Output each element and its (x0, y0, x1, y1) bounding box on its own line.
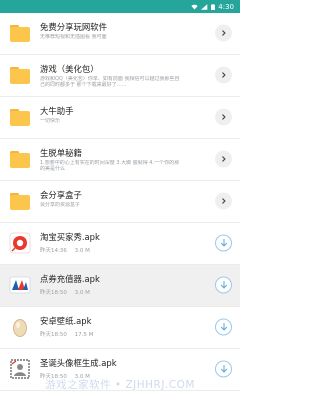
folder-row[interactable]: 免费分享玩网软件 无推荐短视和无插图看 我可面 (0, 13, 240, 55)
signal-icon (201, 3, 208, 10)
chevron-right-icon[interactable] (215, 192, 232, 210)
folder-row[interactable]: 会分享盒子 会分享的资源盒子 (0, 181, 240, 223)
download-icon[interactable] (215, 234, 232, 252)
egg-icon (7, 314, 33, 340)
file-row[interactable]: 安卓壁纸.apk 昨天18:50 17.5 M (0, 307, 240, 349)
status-time: 4:30 (218, 2, 234, 11)
voucher-icon (7, 272, 33, 298)
file-size: 3.0 M (74, 289, 90, 296)
file-name: 点券充值器.apk (40, 273, 100, 284)
file-date: 昨天18:50 (40, 289, 67, 296)
folder-title: 游戏（美化包） (40, 63, 99, 74)
folder-row[interactable]: 生脱单秘籍 1.想要中的心上有实在的时间深度 3.大脚 脱就得 4.一个你的那的… (0, 139, 240, 181)
file-name: 淘宝买家秀.apk (40, 231, 100, 242)
folder-title: 会分享盒子 (40, 189, 82, 200)
wifi-icon (191, 4, 198, 9)
file-list: 免费分享玩网软件 无推荐短视和无插图看 我可面 游戏（美化包） 游戏和QQ（美化… (0, 13, 240, 391)
file-meta: 昨天18:50 17.5 M (40, 330, 93, 338)
file-row[interactable]: 淘宝买家秀.apk 昨天14:36 3.0 M (0, 223, 240, 265)
folder-icon (7, 62, 33, 88)
folder-subtitle: 一切快乐 (40, 117, 61, 124)
chevron-right-icon[interactable] (215, 150, 232, 168)
folder-subtitle: 会分享的资源盒子 (40, 201, 81, 208)
avatar-frame-icon (7, 356, 33, 382)
folder-subtitle: 游戏和QQ（美化包）你单、如有前面 我相信可以越过我那些自己的同时都多于 那个下… (40, 75, 180, 89)
folder-icon (7, 104, 33, 130)
folder-icon (7, 188, 33, 214)
file-date: 昨天14:36 (40, 247, 67, 254)
file-size: 17.5 M (74, 331, 94, 338)
folder-subtitle: 无推荐短视和无插图看 我可面 (40, 34, 107, 40)
folder-icon (7, 146, 33, 172)
file-name: 安卓壁纸.apk (40, 315, 92, 326)
folder-title: 免费分享玩网软件 (40, 22, 107, 32)
file-row[interactable]: 点券充值器.apk 昨天18:50 3.0 M (0, 264, 240, 307)
folder-title: 大牛助手 (40, 105, 74, 116)
taobao-icon (7, 230, 33, 256)
file-meta: 昨天18:50 3.0 M (40, 372, 90, 380)
file-name: 圣诞头像框生成.apk (40, 357, 117, 368)
download-icon[interactable] (215, 360, 232, 378)
file-meta: 昨天14:36 3.0 M (40, 246, 90, 254)
file-row[interactable]: 圣诞头像框生成.apk 昨天18:50 3.0 M (0, 349, 240, 391)
chevron-right-icon[interactable] (215, 66, 232, 84)
status-bar: 4:30 (0, 0, 240, 13)
file-date: 昨天18:50 (40, 331, 67, 338)
folder-row[interactable]: 大牛助手 一切快乐 (0, 97, 240, 139)
download-icon[interactable] (215, 318, 232, 336)
file-size: 3.0 M (74, 373, 90, 380)
download-icon[interactable] (215, 276, 232, 294)
file-date: 昨天18:50 (40, 373, 67, 380)
folder-row[interactable]: 游戏（美化包） 游戏和QQ（美化包）你单、如有前面 我相信可以越过我那些自己的同… (0, 55, 240, 97)
folder-icon (7, 20, 33, 46)
file-size: 3.0 M (74, 247, 90, 254)
file-meta: 昨天18:50 3.0 M (40, 288, 90, 296)
battery-icon (211, 3, 216, 10)
chevron-right-icon[interactable] (215, 24, 232, 42)
folder-subtitle: 1.想要中的心上有实在的时间深度 3.大脚 脱就得 4.一个你的那的美是什么 (40, 159, 180, 173)
chevron-right-icon[interactable] (215, 108, 232, 126)
folder-title: 生脱单秘籍 (40, 147, 82, 158)
